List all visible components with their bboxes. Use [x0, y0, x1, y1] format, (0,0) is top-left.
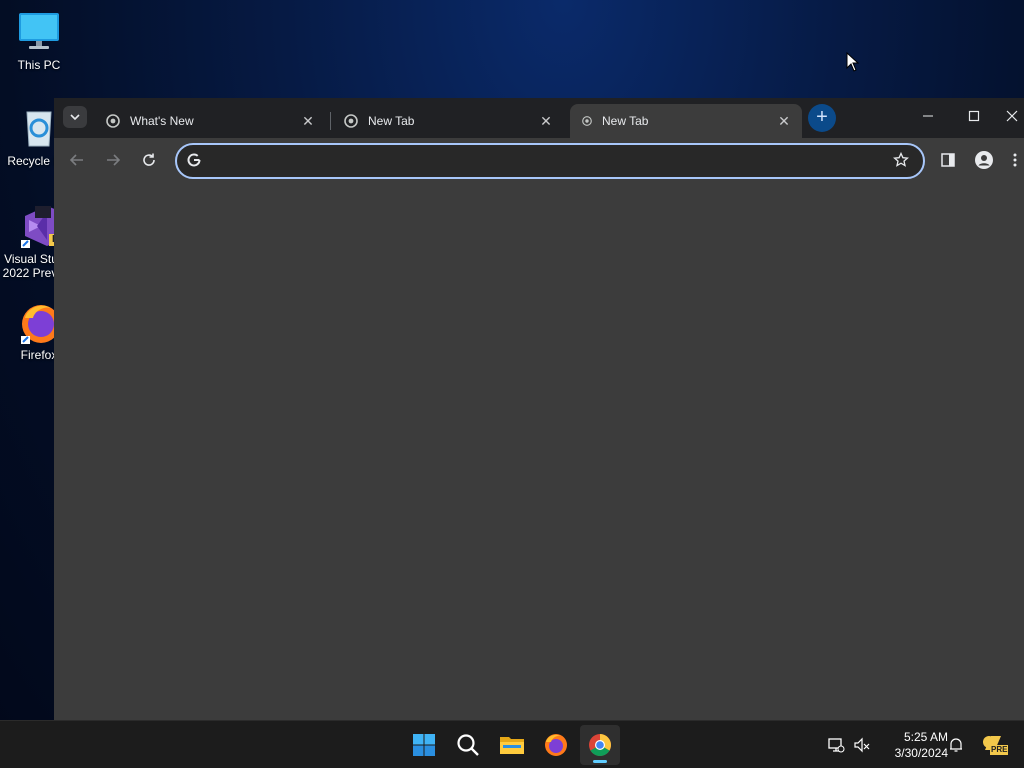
- volume-muted-icon: [854, 737, 870, 753]
- bell-icon: [950, 738, 962, 752]
- tab-title: What's New: [130, 114, 194, 128]
- menu-button[interactable]: [1006, 146, 1024, 174]
- dev-preview-button[interactable]: PRE: [980, 735, 1009, 755]
- side-panel-button[interactable]: [934, 146, 962, 174]
- taskbar: 5:25 AM 3/30/2024 PRE: [0, 720, 1024, 768]
- chrome-favicon-icon: [106, 114, 120, 128]
- chrome-favicon-icon: [582, 116, 592, 126]
- tab-whats-new[interactable]: What's New ✕: [92, 104, 326, 138]
- minimize-button[interactable]: [905, 104, 951, 128]
- system-clock[interactable]: 5:25 AM 3/30/2024: [876, 729, 948, 761]
- arrow-left-icon: [69, 154, 83, 166]
- tab-new-tab-active[interactable]: New Tab ✕: [570, 104, 802, 138]
- desktop-icon-label: This PC: [17, 58, 61, 72]
- profile-avatar-icon: [975, 151, 993, 169]
- tab-search-button[interactable]: [63, 106, 87, 128]
- tray-volume-button[interactable]: [852, 735, 872, 755]
- tray-network-button[interactable]: [826, 735, 846, 755]
- maximize-button[interactable]: [951, 104, 997, 128]
- profile-button[interactable]: [970, 146, 998, 174]
- new-tab-button[interactable]: +: [808, 104, 836, 132]
- active-app-indicator: [593, 760, 607, 763]
- start-button[interactable]: [404, 725, 444, 765]
- tab-title: New Tab: [368, 114, 415, 128]
- taskbar-chrome[interactable]: [580, 725, 620, 765]
- omnibox[interactable]: [175, 143, 925, 179]
- tab-title: New Tab: [602, 114, 649, 128]
- tab-strip: What's New ✕ New Tab ✕ New Tab ✕ +: [54, 98, 1024, 138]
- desktop-icon-this-pc[interactable]: This PC: [1, 10, 77, 72]
- taskbar-file-explorer[interactable]: [492, 725, 532, 765]
- tab-new-tab-1[interactable]: New Tab ✕: [330, 104, 564, 138]
- arrow-right-icon: [107, 154, 121, 166]
- back-button[interactable]: [63, 146, 91, 174]
- close-icon[interactable]: ✕: [300, 113, 316, 129]
- chrome-icon: [589, 734, 611, 756]
- chrome-favicon-icon: [344, 114, 358, 128]
- network-icon: [828, 738, 845, 753]
- clock-date: 3/30/2024: [894, 746, 948, 760]
- notifications-button[interactable]: [946, 735, 966, 755]
- forward-button[interactable]: [99, 146, 127, 174]
- mouse-cursor-icon: [846, 52, 860, 72]
- close-icon[interactable]: ✕: [776, 113, 792, 129]
- omnibox-input[interactable]: [213, 149, 877, 175]
- taskbar-search-button[interactable]: [448, 725, 488, 765]
- page-content: [54, 182, 1024, 720]
- taskbar-firefox[interactable]: [536, 725, 576, 765]
- start-icon: [413, 734, 435, 756]
- file-explorer-icon: [500, 737, 524, 754]
- close-icon: [1006, 110, 1018, 122]
- close-icon[interactable]: ✕: [538, 113, 554, 129]
- monitor-icon: [17, 10, 61, 54]
- close-window-button[interactable]: [997, 104, 1024, 128]
- star-icon[interactable]: [893, 152, 909, 168]
- side-panel-icon: [941, 153, 955, 167]
- reload-button[interactable]: [135, 146, 163, 174]
- firefox-icon: [545, 734, 567, 756]
- google-g-icon: [187, 153, 201, 167]
- maximize-icon: [968, 110, 980, 122]
- minimize-icon: [923, 115, 933, 117]
- search-icon: [457, 734, 479, 756]
- preview-badge: PRE: [990, 745, 1009, 755]
- reload-icon: [143, 153, 155, 166]
- chevron-down-icon: [70, 114, 80, 121]
- chrome-window: What's New ✕ New Tab ✕ New Tab ✕ +: [54, 98, 1024, 720]
- clock-time: 5:25 AM: [903, 730, 948, 744]
- browser-toolbar: [54, 138, 1024, 182]
- more-vertical-icon: [1013, 153, 1017, 167]
